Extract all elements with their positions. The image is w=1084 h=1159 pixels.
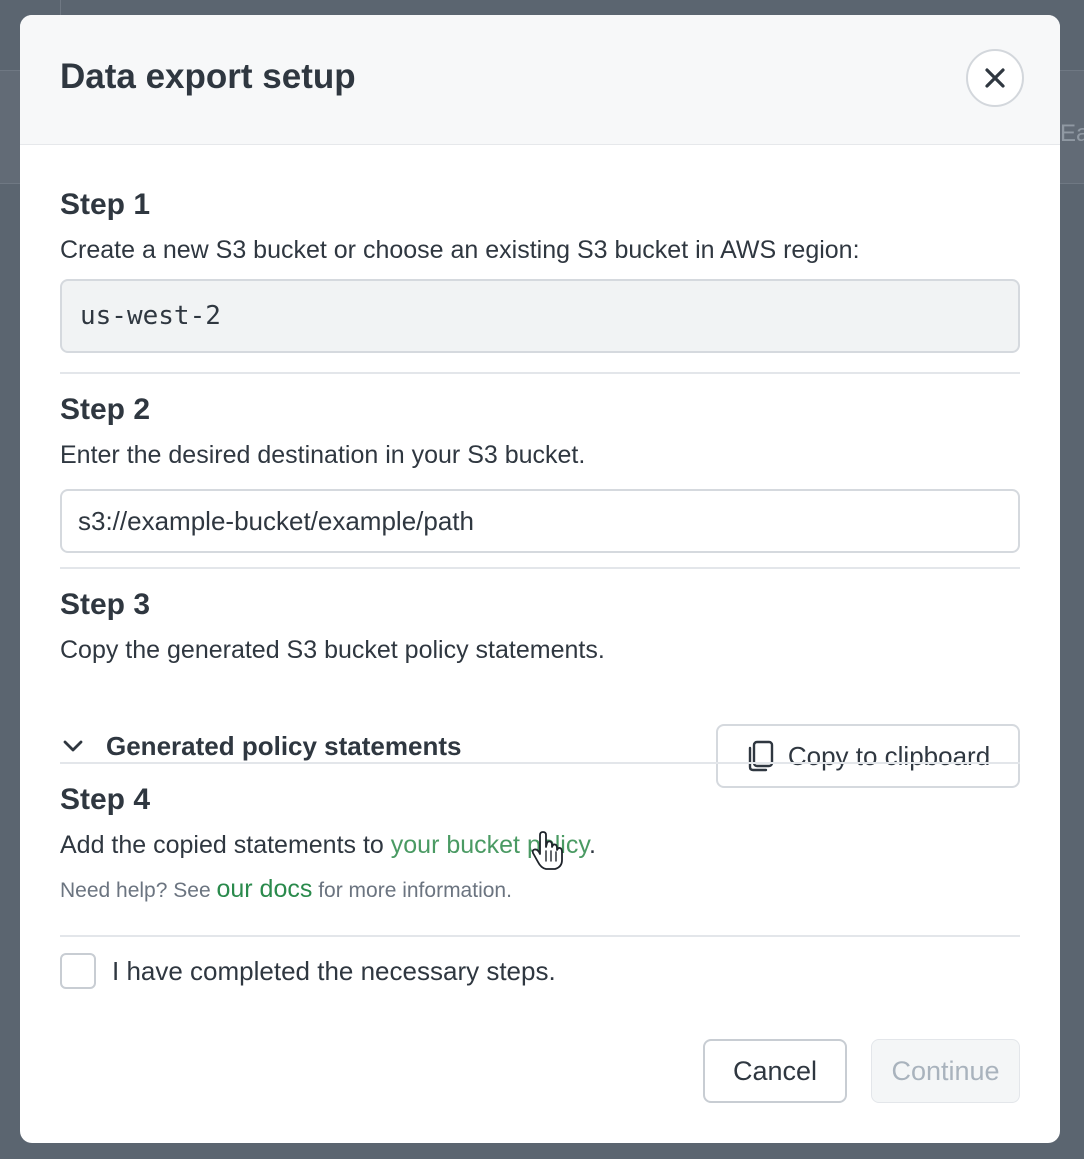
confirmation-checkbox[interactable] [60, 953, 96, 989]
region-value: us-west-2 [80, 301, 221, 331]
step-1-title: Step 1 [60, 188, 151, 221]
step-2-title: Step 2 [60, 393, 151, 426]
copy-to-clipboard-button[interactable]: Copy to clipboard [716, 724, 1020, 788]
step-3-title: Step 3 [60, 588, 151, 621]
data-export-modal: Data export setup Step 1 Create a new S3… [20, 15, 1060, 1143]
step-4-title: Step 4 [60, 783, 151, 816]
close-icon [985, 68, 1005, 88]
step-2-description: Enter the desired destination in your S3… [60, 441, 586, 469]
cancel-button[interactable]: Cancel [703, 1039, 847, 1103]
docs-link[interactable]: our docs [216, 875, 312, 903]
region-field: us-west-2 [60, 279, 1020, 353]
step-4-description-prefix: Add the copied statements to [60, 831, 391, 859]
divider [60, 935, 1020, 937]
confirmation-label: I have completed the necessary steps. [112, 955, 556, 986]
help-text: Need help? See our docs for more informa… [60, 875, 512, 904]
step-1-description: Create a new S3 bucket or choose an exis… [60, 236, 860, 264]
help-prefix: Need help? See [60, 879, 217, 902]
step-4-description: Add the copied statements to your bucket… [60, 831, 596, 860]
continue-button[interactable]: Continue [871, 1039, 1020, 1103]
step-3-description: Copy the generated S3 bucket policy stat… [60, 636, 605, 664]
destination-input[interactable] [60, 489, 1020, 553]
copy-button-label: Copy to clipboard [787, 740, 991, 771]
chevron-down-icon [63, 740, 83, 752]
modal-header: Data export setup [20, 15, 1060, 145]
background-partial-text: Ea [1060, 120, 1084, 147]
modal-title: Data export setup [60, 57, 356, 96]
copy-icon [748, 740, 774, 772]
help-suffix: for more information. [312, 879, 512, 902]
divider [60, 372, 1020, 374]
step-4-description-suffix: . [589, 831, 596, 859]
confirmation-row[interactable]: I have completed the necessary steps. [60, 953, 556, 989]
close-button[interactable] [966, 49, 1024, 107]
divider [60, 567, 1020, 569]
policy-statements-label: Generated policy statements [106, 730, 462, 761]
bucket-policy-link[interactable]: your bucket policy [391, 831, 589, 859]
divider [60, 762, 1020, 764]
policy-statements-toggle[interactable]: Generated policy statements [60, 726, 461, 766]
